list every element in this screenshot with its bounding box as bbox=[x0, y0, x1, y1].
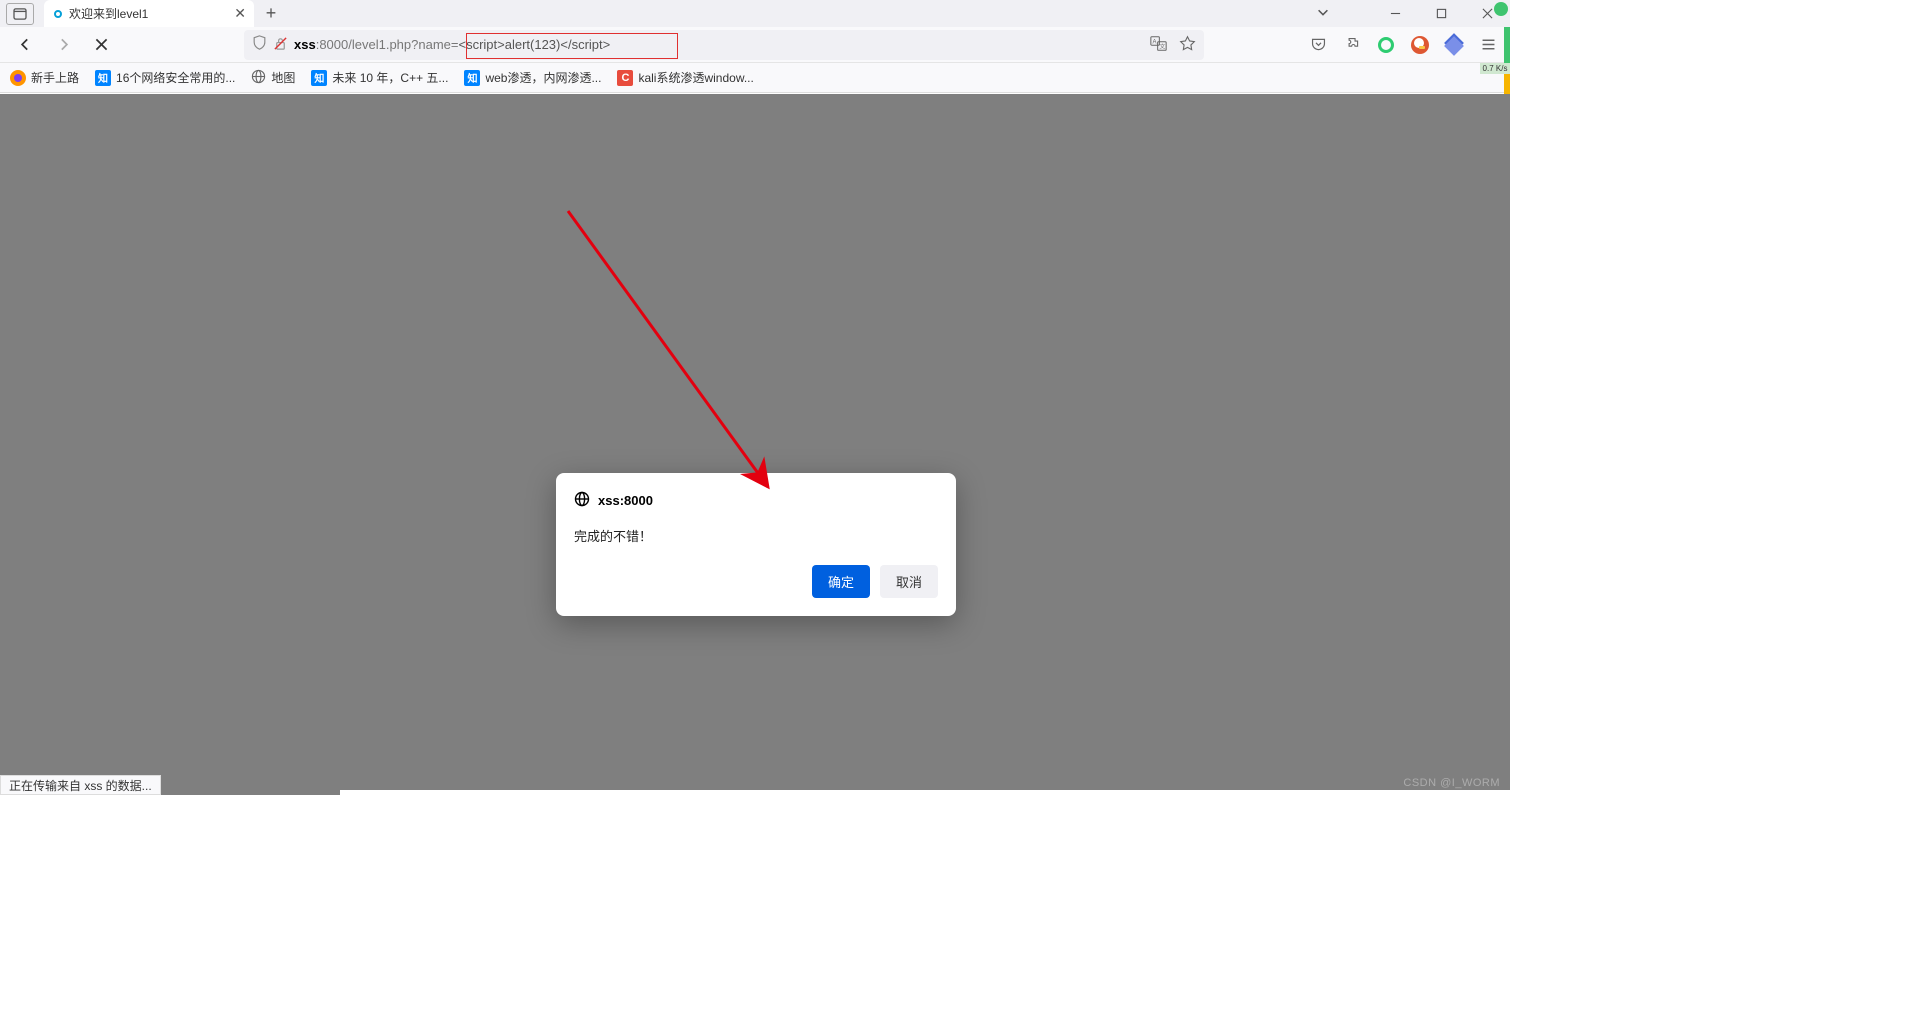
bookmarks-bar: 新手上路 知 16个网络安全常用的... 地图 知 未来 10 年，C++ 五.… bbox=[0, 63, 1510, 93]
tabs-dropdown-button[interactable] bbox=[1316, 5, 1330, 24]
bookmark-item[interactable]: 新手上路 bbox=[10, 69, 79, 86]
minimize-button[interactable] bbox=[1372, 0, 1418, 27]
status-text: 正在传输来自 xss 的数据... bbox=[9, 777, 152, 794]
page-content: xss:8000 完成的不错！ 确定 取消 CSDN @I_WORM bbox=[0, 94, 1510, 795]
bookmark-label: 新手上路 bbox=[31, 69, 79, 86]
dialog-buttons: 确定 取消 bbox=[574, 565, 938, 598]
annotation-arrow bbox=[553, 189, 793, 509]
dialog-origin: xss:8000 bbox=[598, 493, 653, 508]
translate-icon[interactable]: A文 bbox=[1150, 35, 1167, 55]
extension-duck-icon[interactable] bbox=[1410, 35, 1430, 55]
extensions-icon[interactable] bbox=[1342, 35, 1362, 55]
bottom-blank bbox=[340, 790, 1510, 795]
back-button[interactable] bbox=[10, 30, 40, 60]
bookmark-label: 地图 bbox=[271, 69, 295, 86]
menu-button[interactable] bbox=[1478, 35, 1498, 55]
bookmark-label: web渗透，内网渗透... bbox=[485, 69, 601, 86]
right-stripe-icon bbox=[1504, 27, 1510, 63]
url-host: xss bbox=[294, 37, 316, 52]
bookmark-label: kali系统渗透window... bbox=[638, 69, 753, 86]
bookmark-label: 未来 10 年，C++ 五... bbox=[332, 69, 448, 86]
stop-reload-button[interactable] bbox=[86, 30, 116, 60]
status-bar: 正在传输来自 xss 的数据... bbox=[0, 775, 161, 795]
nav-bar: xss :8000 /level1.php?name= <script>aler… bbox=[0, 27, 1510, 63]
url-right-icons: A文 bbox=[1150, 35, 1196, 55]
dialog-header: xss:8000 bbox=[574, 491, 938, 510]
bookmark-item[interactable]: 知 web渗透，内网渗透... bbox=[464, 69, 601, 86]
network-speed-up: 0.7 K/s bbox=[1480, 63, 1510, 74]
dialog-message: 完成的不错！ bbox=[574, 526, 938, 545]
ok-button[interactable]: 确定 bbox=[812, 565, 870, 598]
bookmark-item[interactable]: 知 未来 10 年，C++ 五... bbox=[311, 69, 448, 86]
bookmark-item[interactable]: C kali系统渗透window... bbox=[617, 69, 753, 86]
cancel-button[interactable]: 取消 bbox=[880, 565, 938, 598]
tab-overview-button[interactable] bbox=[6, 3, 34, 25]
address-bar[interactable]: xss :8000 /level1.php?name= <script>aler… bbox=[244, 30, 1204, 60]
browser-tab[interactable]: 欢迎来到level1 ✕ bbox=[44, 0, 254, 27]
shield-icon[interactable] bbox=[252, 35, 267, 54]
alert-dialog: xss:8000 完成的不错！ 确定 取消 bbox=[556, 473, 956, 616]
extension-layers-icon[interactable] bbox=[1444, 35, 1464, 55]
url-path: /level1.php?name= bbox=[348, 37, 458, 52]
zhihu-icon: 知 bbox=[95, 70, 111, 86]
pocket-icon[interactable] bbox=[1308, 35, 1328, 55]
extension-green-icon[interactable] bbox=[1376, 35, 1396, 55]
zhihu-icon: 知 bbox=[464, 70, 480, 86]
url-payload: <script>alert(123)</script> bbox=[458, 37, 610, 52]
url-text: xss :8000 /level1.php?name= <script>aler… bbox=[294, 37, 610, 52]
bookmark-item[interactable]: 知 16个网络安全常用的... bbox=[95, 69, 235, 86]
tab-favicon bbox=[54, 10, 62, 18]
forward-button[interactable] bbox=[48, 30, 78, 60]
maximize-button[interactable] bbox=[1418, 0, 1464, 27]
new-tab-button[interactable]: + bbox=[258, 1, 284, 27]
c-red-icon: C bbox=[617, 70, 633, 86]
globe-icon bbox=[574, 491, 590, 510]
zhihu-icon: 知 bbox=[311, 70, 327, 86]
tab-close-button[interactable]: ✕ bbox=[234, 5, 246, 22]
firefox-icon bbox=[10, 70, 26, 86]
tab-title: 欢迎来到level1 bbox=[69, 5, 148, 22]
window-controls bbox=[1372, 0, 1510, 27]
status-indicator-icon bbox=[1494, 2, 1508, 16]
bookmark-item[interactable]: 地图 bbox=[251, 69, 295, 87]
url-port: :8000 bbox=[316, 37, 349, 52]
svg-text:A: A bbox=[1153, 39, 1157, 45]
bookmark-star-icon[interactable] bbox=[1179, 35, 1196, 55]
insecure-lock-icon[interactable] bbox=[273, 36, 288, 54]
watermark-text: CSDN @I_WORM bbox=[1403, 777, 1500, 789]
bookmark-label: 16个网络安全常用的... bbox=[116, 69, 235, 86]
tab-bar: 欢迎来到level1 ✕ + bbox=[0, 0, 1510, 27]
toolbar-extensions bbox=[1308, 35, 1498, 55]
svg-text:文: 文 bbox=[1159, 42, 1165, 50]
globe-icon bbox=[251, 69, 266, 87]
